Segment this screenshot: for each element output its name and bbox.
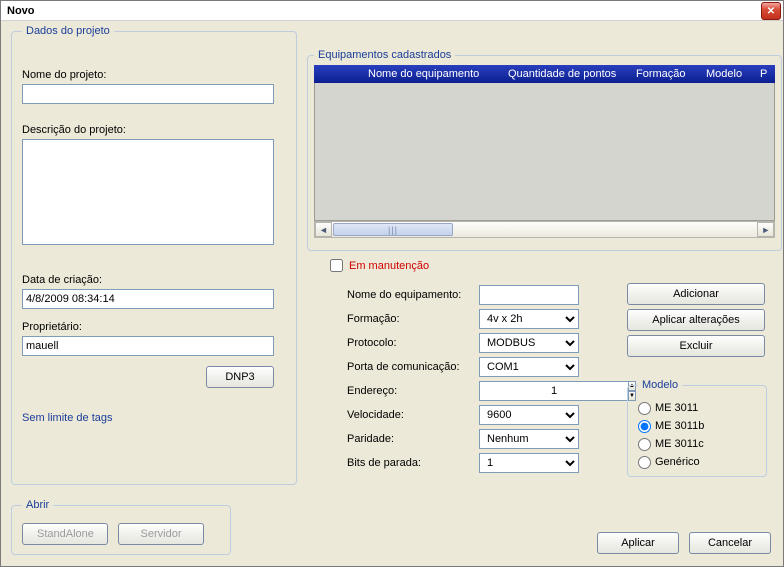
model-me3011c-label: ME 3011c — [655, 438, 704, 450]
standalone-button[interactable]: StandAlone — [22, 523, 108, 545]
apply-button[interactable]: Aplicar — [597, 532, 679, 554]
port-select[interactable]: COM1 — [479, 357, 579, 377]
project-data-group: Dados do projeto Nome do projeto: Descri… — [11, 25, 297, 485]
grid-col-model[interactable]: Modelo — [698, 68, 752, 80]
close-button[interactable]: ✕ — [761, 2, 781, 20]
parity-label: Paridade: — [347, 433, 479, 445]
speed-label: Velocidade: — [347, 409, 479, 421]
grid-header: Nome do equipamento Quantidade de pontos… — [314, 65, 775, 83]
formation-select[interactable]: 4v x 2h — [479, 309, 579, 329]
grid-col-name[interactable]: Nome do equipamento — [360, 68, 500, 80]
title-bar: Novo ✕ — [1, 1, 783, 21]
model-me3011-radio[interactable] — [638, 402, 651, 415]
address-label: Endereço: — [347, 385, 479, 397]
grid-body[interactable] — [314, 83, 775, 221]
dnp3-button[interactable]: DNP3 — [206, 366, 274, 388]
close-icon: ✕ — [767, 6, 775, 17]
maintenance-label: Em manutenção — [349, 260, 429, 272]
open-group: Abrir StandAlone Servidor — [11, 499, 231, 555]
project-data-legend: Dados do projeto — [22, 25, 114, 37]
owner-label: Proprietário: — [22, 321, 286, 333]
project-desc-label: Descrição do projeto: — [22, 124, 286, 136]
address-input[interactable] — [479, 381, 628, 401]
created-input[interactable] — [22, 289, 274, 309]
address-spinner[interactable]: ▲ ▼ — [479, 381, 579, 401]
delete-button[interactable]: Excluir — [627, 335, 765, 357]
scroll-track[interactable]: ||| — [332, 222, 757, 237]
model-me3011b-radio[interactable] — [638, 420, 651, 433]
dialog-content: Dados do projeto Nome do projeto: Descri… — [1, 21, 783, 566]
tags-note: Sem limite de tags — [22, 412, 286, 424]
dialog-window: Novo ✕ Dados do projeto Nome do projeto:… — [0, 0, 784, 567]
equip-name-label: Nome do equipamento: — [347, 289, 479, 301]
scroll-thumb[interactable]: ||| — [333, 223, 453, 236]
formation-label: Formação: — [347, 313, 479, 325]
scroll-left-button[interactable]: ◄ — [315, 222, 332, 237]
scroll-right-button[interactable]: ► — [757, 222, 774, 237]
apply-changes-button[interactable]: Aplicar alterações — [627, 309, 765, 331]
model-me3011c-radio[interactable] — [638, 438, 651, 451]
cancel-button[interactable]: Cancelar — [689, 532, 771, 554]
protocol-select[interactable]: MODBUS — [479, 333, 579, 353]
model-group: Modelo ME 3011 ME 3011b ME 3011c Genéric… — [627, 379, 767, 477]
stopbits-select[interactable]: 1 — [479, 453, 579, 473]
project-name-input[interactable] — [22, 84, 274, 104]
server-button[interactable]: Servidor — [118, 523, 204, 545]
model-generic-radio[interactable] — [638, 456, 651, 469]
grid-col-points[interactable]: Quantidade de pontos — [500, 68, 628, 80]
grid-col-prefix[interactable]: P — [752, 68, 775, 80]
model-me3011-label: ME 3011 — [655, 402, 698, 414]
model-legend: Modelo — [638, 379, 682, 391]
created-label: Data de criação: — [22, 274, 286, 286]
add-button[interactable]: Adicionar — [627, 283, 765, 305]
open-legend: Abrir — [22, 499, 53, 511]
project-desc-input[interactable] — [22, 139, 274, 245]
footer-buttons: Aplicar Cancelar — [597, 532, 771, 554]
action-buttons: Adicionar Aplicar alterações Excluir — [627, 283, 765, 357]
grid-col-formation[interactable]: Formação — [628, 68, 698, 80]
grid-hscroll[interactable]: ◄ ||| ► — [314, 221, 775, 238]
model-generic-label: Genérico — [655, 456, 700, 468]
equipment-grid-legend: Equipamentos cadastrados — [314, 49, 455, 61]
equipment-form: Nome do equipamento: Formação: 4v x 2h P… — [347, 283, 615, 475]
parity-select[interactable]: Nenhum — [479, 429, 579, 449]
window-title: Novo — [7, 5, 35, 17]
equip-name-input[interactable] — [479, 285, 579, 305]
owner-input[interactable] — [22, 336, 274, 356]
project-name-label: Nome do projeto: — [22, 69, 286, 81]
equipment-grid-group: Equipamentos cadastrados Nome do equipam… — [307, 49, 782, 251]
stopbits-label: Bits de parada: — [347, 457, 479, 469]
maintenance-row: Em manutenção — [330, 259, 429, 272]
protocol-label: Protocolo: — [347, 337, 479, 349]
port-label: Porta de comunicação: — [347, 361, 479, 373]
model-me3011b-label: ME 3011b — [655, 420, 704, 432]
speed-select[interactable]: 9600 — [479, 405, 579, 425]
maintenance-checkbox[interactable] — [330, 259, 343, 272]
